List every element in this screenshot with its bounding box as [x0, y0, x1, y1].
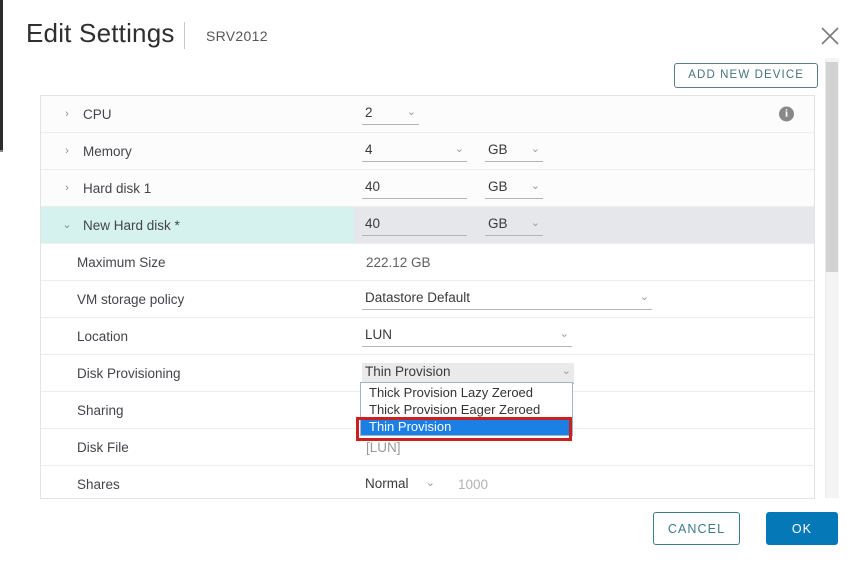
page-title: Edit Settings: [26, 18, 175, 48]
shares-level-value: Normal: [365, 475, 409, 491]
chevron-down-icon[interactable]: ⌄: [60, 219, 74, 231]
dropdown-option-thick-lazy[interactable]: Thick Provision Lazy Zeroed: [361, 384, 572, 401]
chevron-down-icon: ⌄: [559, 328, 569, 340]
memory-size-input[interactable]: 4 ⌄: [362, 141, 467, 162]
dropdown-option-thin-provision[interactable]: Thin Provision: [361, 418, 572, 435]
device-label: Hard disk 1: [83, 180, 152, 196]
device-row-hard-disk-1[interactable]: › Hard disk 1 40 GB ⌄: [41, 170, 814, 207]
cancel-button[interactable]: CANCEL: [653, 512, 740, 545]
ok-button[interactable]: OK: [766, 512, 838, 545]
detail-label: Location: [77, 328, 129, 344]
detail-row-shares[interactable]: Shares Normal ⌄ 1000: [41, 466, 814, 498]
chevron-right-icon[interactable]: ›: [60, 108, 74, 120]
hard-disk-1-unit-select[interactable]: GB ⌄: [485, 178, 543, 199]
memory-unit-select[interactable]: GB ⌄: [485, 141, 543, 162]
chevron-down-icon: ⌄: [406, 106, 416, 118]
device-row-label-cell: › Memory: [41, 133, 354, 169]
new-hard-disk-unit-select[interactable]: GB ⌄: [485, 215, 543, 236]
detail-label-cell: Maximum Size: [41, 244, 354, 280]
info-icon[interactable]: i: [779, 106, 794, 122]
detail-label: Sharing: [77, 402, 124, 418]
vm-name-label: SRV2012: [206, 28, 268, 44]
hard-disk-1-size-value: 40: [365, 179, 381, 194]
disk-provisioning-select[interactable]: Thin Provision ⌄: [362, 362, 574, 384]
detail-value-cell: LUN ⌄: [354, 318, 814, 354]
memory-size-value: 4: [365, 142, 373, 157]
title-divider: [184, 22, 185, 49]
shares-numeric-value: 1000: [458, 476, 489, 492]
cpu-count-value: 2: [365, 105, 373, 120]
chevron-right-icon[interactable]: ›: [60, 145, 74, 157]
disk-file-value: [LUN]: [366, 439, 401, 455]
device-row-value-cell: 40 GB ⌄: [354, 170, 814, 206]
device-row-memory[interactable]: › Memory 4 ⌄ GB ⌄: [41, 133, 814, 170]
device-row-label-cell: › Hard disk 1: [41, 170, 354, 206]
device-row-new-hard-disk[interactable]: ⌄ New Hard disk * 40 GB ⌄: [41, 207, 814, 244]
chevron-down-icon: ⌄: [425, 476, 435, 489]
chevron-down-icon: ⌄: [530, 143, 540, 155]
disk-provisioning-dropdown-list[interactable]: Thick Provision Lazy Zeroed Thick Provis…: [360, 382, 573, 436]
detail-row-vm-storage-policy[interactable]: VM storage policy Datastore Default ⌄: [41, 281, 814, 318]
add-new-device-button[interactable]: ADD NEW DEVICE: [674, 63, 818, 88]
device-row-label-cell: ⌄ New Hard disk *: [41, 207, 354, 243]
detail-value-cell: 222.12 GB: [354, 244, 814, 280]
detail-label-cell: Location: [41, 318, 354, 354]
detail-label-cell: VM storage policy: [41, 281, 354, 317]
cpu-count-select[interactable]: 2 ⌄: [362, 104, 419, 125]
chevron-down-icon: ⌄: [561, 365, 571, 377]
edit-settings-dialog: Edit Settings SRV2012 ADD NEW DEVICE › C…: [3, 0, 862, 571]
detail-label: Maximum Size: [77, 254, 166, 270]
hard-disk-1-unit-value: GB: [488, 179, 508, 194]
device-row-value-cell: 4 ⌄ GB ⌄: [354, 133, 814, 169]
new-hard-disk-size-value: 40: [365, 216, 381, 231]
detail-label-cell: Disk File: [41, 429, 354, 465]
detail-value-cell: Normal ⌄ 1000: [354, 466, 814, 498]
new-hard-disk-size-input[interactable]: 40: [362, 215, 467, 236]
chevron-down-icon: ⌄: [530, 217, 540, 229]
detail-label: Disk File: [77, 439, 129, 455]
detail-label-cell: Sharing: [41, 392, 354, 428]
chevron-down-icon: ⌄: [530, 180, 540, 192]
device-label: New Hard disk *: [83, 217, 180, 233]
vertical-scrollbar-thumb[interactable]: [826, 62, 838, 272]
hard-disk-1-size-input[interactable]: 40: [362, 178, 467, 199]
dialog-footer: CANCEL OK: [3, 499, 862, 571]
detail-value-cell: Datastore Default ⌄: [354, 281, 814, 317]
detail-label-cell: Shares: [41, 466, 354, 498]
device-list-scroll-area[interactable]: › CPU 2 ⌄ i › Memory 4 ⌄ GB ⌄ › Hard dis…: [40, 95, 815, 499]
detail-label-cell: Disk Provisioning: [41, 355, 354, 391]
shares-level-select[interactable]: Normal ⌄: [362, 474, 438, 495]
location-value: LUN: [365, 327, 393, 342]
disk-provisioning-value: Thin Provision: [365, 364, 451, 379]
chevron-down-icon: ⌄: [639, 291, 649, 303]
memory-unit-value: GB: [488, 142, 508, 157]
new-hard-disk-unit-value: GB: [488, 216, 508, 231]
device-row-label-cell: › CPU: [41, 96, 354, 132]
detail-label: VM storage policy: [77, 291, 185, 307]
chevron-right-icon[interactable]: ›: [60, 182, 74, 194]
dropdown-option-thick-eager[interactable]: Thick Provision Eager Zeroed: [361, 401, 572, 418]
close-icon[interactable]: [818, 24, 842, 48]
vm-storage-policy-value: Datastore Default: [365, 290, 471, 305]
detail-row-maximum-size: Maximum Size 222.12 GB: [41, 244, 814, 281]
detail-label: Shares: [77, 476, 120, 492]
maximum-size-value: 222.12 GB: [366, 254, 431, 270]
detail-row-location[interactable]: Location LUN ⌄: [41, 318, 814, 355]
chevron-down-icon: ⌄: [454, 143, 464, 155]
device-row-cpu[interactable]: › CPU 2 ⌄ i: [41, 96, 814, 133]
detail-label: Disk Provisioning: [77, 365, 181, 381]
device-row-value-cell: 40 GB ⌄: [354, 207, 814, 243]
location-select[interactable]: LUN ⌄: [362, 326, 572, 347]
device-row-value-cell: 2 ⌄ i: [354, 96, 814, 132]
vm-storage-policy-select[interactable]: Datastore Default ⌄: [362, 289, 652, 310]
dialog-header: Edit Settings SRV2012: [3, 0, 862, 62]
device-label: Memory: [83, 143, 132, 159]
device-label: CPU: [83, 106, 112, 122]
